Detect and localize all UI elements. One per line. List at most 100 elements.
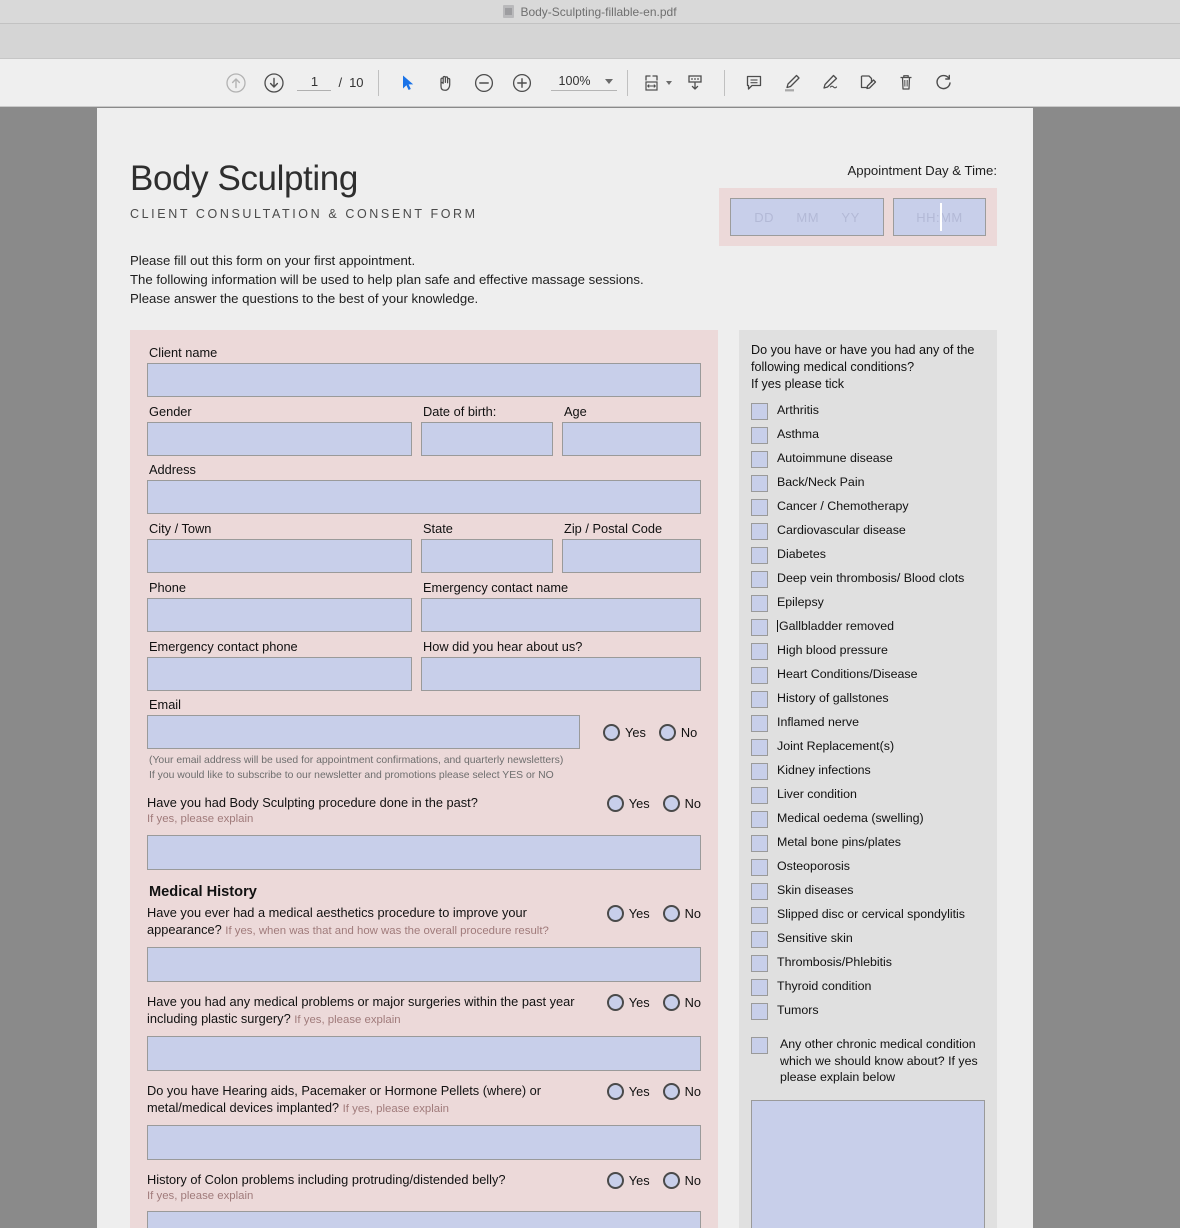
hear-about-us-input[interactable] <box>421 656 701 691</box>
appointment-time-input[interactable]: HH:MM <box>893 198 986 236</box>
emergency-contact-phone-input[interactable] <box>147 656 412 691</box>
highlight-button[interactable] <box>773 64 811 102</box>
condition-row[interactable]: Medical oedema (swelling) <box>751 810 985 829</box>
other-condition-explain-textarea[interactable] <box>751 1100 985 1228</box>
checkbox-icon[interactable] <box>751 739 768 757</box>
pdf-viewport[interactable]: Body Sculpting CLIENT CONSULTATION & CON… <box>0 108 1180 1228</box>
rotate-page-button[interactable] <box>925 64 963 102</box>
checkbox-icon[interactable] <box>751 787 768 805</box>
checkbox-icon[interactable] <box>751 1037 768 1055</box>
condition-row[interactable]: Asthma <box>751 426 985 445</box>
question-yes-option[interactable]: Yes <box>606 1171 650 1189</box>
checkbox-icon[interactable] <box>751 403 768 421</box>
question-no-option[interactable]: No <box>662 904 701 922</box>
gender-input[interactable] <box>147 421 412 456</box>
dob-input[interactable] <box>421 421 553 456</box>
next-page-button[interactable] <box>255 64 293 102</box>
radio-icon[interactable] <box>662 794 680 812</box>
condition-row[interactable]: Back/Neck Pain <box>751 474 985 493</box>
condition-row[interactable]: Thyroid condition <box>751 978 985 997</box>
freehand-draw-button[interactable] <box>811 64 849 102</box>
state-input[interactable] <box>421 538 553 573</box>
question-explain-input[interactable] <box>147 834 701 870</box>
question-yes-option[interactable]: Yes <box>606 1082 650 1100</box>
zoom-in-button[interactable] <box>503 64 541 102</box>
checkbox-icon[interactable] <box>751 979 768 997</box>
checkbox-icon[interactable] <box>751 643 768 661</box>
city-input[interactable] <box>147 538 412 573</box>
question-no-option[interactable]: No <box>662 1082 701 1100</box>
question-yes-option[interactable]: Yes <box>606 794 650 812</box>
condition-row[interactable]: Inflamed nerve <box>751 714 985 733</box>
delete-annotation-button[interactable] <box>887 64 925 102</box>
zip-input[interactable] <box>562 538 701 573</box>
condition-row[interactable]: Gallbladder removed <box>751 618 985 637</box>
condition-row[interactable]: Osteoporosis <box>751 858 985 877</box>
checkbox-icon[interactable] <box>751 955 768 973</box>
radio-icon[interactable] <box>606 794 624 812</box>
question-yes-option[interactable]: Yes <box>606 904 650 922</box>
email-input[interactable] <box>147 714 580 749</box>
checkbox-icon[interactable] <box>751 619 768 637</box>
condition-row[interactable]: Deep vein thrombosis/ Blood clots <box>751 570 985 589</box>
condition-row[interactable]: Arthritis <box>751 402 985 421</box>
checkbox-icon[interactable] <box>751 691 768 709</box>
question-explain-input[interactable] <box>147 1211 701 1228</box>
condition-row[interactable]: Cancer / Chemotherapy <box>751 498 985 517</box>
condition-row[interactable]: Diabetes <box>751 546 985 565</box>
question-explain-input[interactable] <box>147 1124 701 1160</box>
condition-row[interactable]: High blood pressure <box>751 642 985 661</box>
checkbox-icon[interactable] <box>751 595 768 613</box>
age-input[interactable] <box>562 421 701 456</box>
checkbox-icon[interactable] <box>751 763 768 781</box>
question-no-option[interactable]: No <box>662 1171 701 1189</box>
checkbox-icon[interactable] <box>751 907 768 925</box>
checkbox-icon[interactable] <box>751 931 768 949</box>
checkbox-icon[interactable] <box>751 547 768 565</box>
checkbox-icon[interactable] <box>751 835 768 853</box>
radio-icon[interactable] <box>606 904 624 922</box>
phone-input[interactable] <box>147 597 412 632</box>
condition-row[interactable]: Tumors <box>751 1002 985 1021</box>
radio-icon[interactable] <box>662 904 680 922</box>
radio-icon[interactable] <box>662 993 680 1011</box>
checkbox-icon[interactable] <box>751 523 768 541</box>
checkbox-icon[interactable] <box>751 571 768 589</box>
question-no-option[interactable]: No <box>662 794 701 812</box>
zoom-out-button[interactable] <box>465 64 503 102</box>
sign-document-button[interactable] <box>849 64 887 102</box>
zoom-level-select[interactable]: 100% <box>550 74 617 91</box>
condition-row[interactable]: Liver condition <box>751 786 985 805</box>
document-tab[interactable]: Body-Sculpting-fillable-en.pdf <box>503 5 677 19</box>
select-tool-button[interactable] <box>389 64 427 102</box>
radio-icon[interactable] <box>662 1171 680 1189</box>
question-no-option[interactable]: No <box>662 993 701 1011</box>
appointment-date-input[interactable]: DD MM YY <box>730 198 884 236</box>
condition-row[interactable]: Joint Replacement(s) <box>751 738 985 757</box>
client-name-input[interactable] <box>147 362 701 397</box>
checkbox-icon[interactable] <box>751 859 768 877</box>
previous-page-button[interactable] <box>217 64 255 102</box>
fit-width-button[interactable] <box>638 64 676 102</box>
checkbox-icon[interactable] <box>751 475 768 493</box>
condition-row[interactable]: Metal bone pins/plates <box>751 834 985 853</box>
radio-icon[interactable] <box>606 993 624 1011</box>
radio-icon[interactable] <box>662 1082 680 1100</box>
checkbox-icon[interactable] <box>751 667 768 685</box>
emergency-contact-name-input[interactable] <box>421 597 701 632</box>
condition-row[interactable]: Kidney infections <box>751 762 985 781</box>
checkbox-icon[interactable] <box>751 811 768 829</box>
condition-row[interactable]: Sensitive skin <box>751 930 985 949</box>
condition-row[interactable]: Epilepsy <box>751 594 985 613</box>
condition-row[interactable]: Autoimmune disease <box>751 450 985 469</box>
newsletter-yes-option[interactable]: Yes <box>603 723 646 741</box>
condition-row[interactable]: Skin diseases <box>751 882 985 901</box>
checkbox-icon[interactable] <box>751 499 768 517</box>
radio-icon[interactable] <box>606 1082 624 1100</box>
condition-row[interactable]: Heart Conditions/Disease <box>751 666 985 685</box>
question-explain-input[interactable] <box>147 946 701 982</box>
question-yes-option[interactable]: Yes <box>606 993 650 1011</box>
condition-row[interactable]: Cardiovascular disease <box>751 522 985 541</box>
condition-row[interactable]: Slipped disc or cervical spondylitis <box>751 906 985 925</box>
page-view-mode-button[interactable] <box>676 64 714 102</box>
